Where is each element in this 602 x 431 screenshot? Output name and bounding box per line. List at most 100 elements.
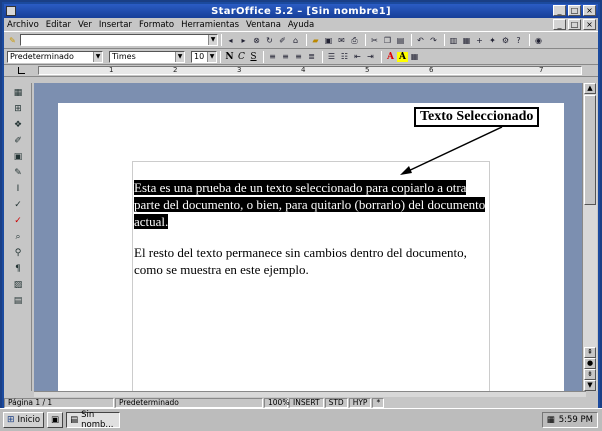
find-icon[interactable]: ⌕ [12,231,24,243]
align-right-icon[interactable]: ≡ [293,51,304,62]
page-up-icon[interactable]: ⇞ [584,347,596,358]
numbering-icon[interactable]: ☰ [326,51,337,62]
doc-close-button[interactable]: × [583,19,596,30]
font-size-value: 10 [194,52,205,61]
page-style[interactable]: Predeterminado [115,397,263,408]
edit-icon[interactable]: ✐ [277,35,288,46]
menu-ayuda[interactable]: Ayuda [288,20,314,30]
undo-icon[interactable]: ↶ [415,35,426,46]
increase-indent-icon[interactable]: ⇥ [365,51,376,62]
insert-icon[interactable]: + [474,35,485,46]
title-bar[interactable]: StarOffice 5.2 – [Sin nombre1] _ □ × [4,4,598,18]
justify-icon[interactable]: ≣ [306,51,317,62]
autospell-icon[interactable]: ✓ [12,215,24,227]
insert-mode[interactable]: INSERT [289,397,324,408]
close-button[interactable]: × [583,5,596,16]
reload-icon[interactable]: ↻ [264,35,275,46]
mail-icon[interactable]: ✉ [336,35,347,46]
forward-icon[interactable]: ▸ [238,35,249,46]
menu-editar[interactable]: Editar [46,20,71,30]
data-source-icon[interactable]: ⚲ [12,247,24,259]
scroll-up-icon[interactable]: ▲ [584,83,596,94]
paragraph-body[interactable]: El resto del texto permanece sin cambios… [134,244,490,278]
scroll-down-icon[interactable]: ▼ [584,380,596,391]
doc-maximize-button[interactable]: □ [568,19,581,30]
scroll-thumb[interactable] [584,95,596,205]
copy-icon[interactable]: ❐ [382,35,393,46]
bold-button[interactable]: N [224,52,235,62]
print-icon[interactable]: ⎙ [349,35,360,46]
help-icon[interactable]: ? [513,35,524,46]
stylist-icon[interactable]: ▦ [461,35,472,46]
spellcheck-icon[interactable]: ✓ [12,199,24,211]
draw-icon[interactable]: ✐ [12,135,24,147]
online-layout-icon[interactable]: ▤ [12,295,24,307]
insert-object-icon[interactable]: ❖ [12,119,24,131]
task-staroffice[interactable]: ▤ Sin nomb... [66,410,121,430]
save-icon[interactable]: ▣ [323,35,334,46]
cursor-icon[interactable]: I [12,183,24,195]
italic-button[interactable]: C [236,52,247,62]
page-indicator: Página 1 / 1 [4,397,114,408]
font-name-select[interactable]: Times ▼ [109,50,185,63]
decrease-indent-icon[interactable]: ⇤ [352,51,363,62]
chevron-down-icon[interactable]: ▼ [207,51,216,62]
navigation-icon[interactable]: ● [584,358,596,369]
chevron-down-icon[interactable]: ▼ [208,35,217,45]
edit-autotext-icon[interactable]: ✎ [12,167,24,179]
network-icon[interactable]: ▦ [547,415,555,425]
font-color-button[interactable]: A [385,52,396,62]
insert-field-icon[interactable]: ⊞ [12,103,24,115]
menu-formato[interactable]: Formato [139,20,174,30]
app-icon[interactable] [6,6,16,16]
page-down-icon[interactable]: ⇟ [584,369,596,380]
url-field[interactable]: ▼ [20,34,218,46]
quicklaunch-desktop[interactable]: ▣ [47,412,64,428]
menu-herramientas[interactable]: Herramientas [181,20,239,30]
ruler-label: 7 [539,66,544,74]
background-color-icon[interactable]: ▦ [409,51,420,62]
graphics-icon[interactable]: ▨ [12,279,24,291]
bullets-icon[interactable]: ☷ [339,51,350,62]
hyperlink-mode[interactable]: HYP [348,397,372,408]
form-icon[interactable]: ▣ [12,151,24,163]
paragraph-style-select[interactable]: Predeterminado ▼ [7,50,103,63]
menu-ventana[interactable]: Ventana [246,20,281,30]
beamer-icon[interactable]: ⚙ [500,35,511,46]
minimize-button[interactable]: _ [553,5,566,16]
open-folder-icon[interactable]: ▰ [310,35,321,46]
align-center-icon[interactable]: ≡ [280,51,291,62]
selection-mode[interactable]: STD [324,397,348,408]
highlight-button[interactable]: A [397,51,408,62]
menu-ver[interactable]: Ver [78,20,92,30]
start-button[interactable]: ⊞ Inicio [3,412,45,428]
paste-icon[interactable]: ▤ [395,35,406,46]
nonprinting-chars-icon[interactable]: ¶ [12,263,24,275]
web-icon[interactable]: ◉ [533,35,544,46]
font-size-select[interactable]: 10 ▼ [191,50,217,63]
horizontal-ruler[interactable]: 1 2 3 4 5 6 7 [38,66,582,75]
cut-icon[interactable]: ✂ [369,35,380,46]
maximize-button[interactable]: □ [568,5,581,16]
back-icon[interactable]: ◂ [225,35,236,46]
edit-file-icon[interactable]: ✎ [7,35,18,46]
navigator-icon[interactable]: ▥ [448,35,459,46]
zoom-level[interactable]: 100% [264,397,289,408]
chevron-down-icon[interactable]: ▼ [175,51,184,62]
separator [306,34,307,46]
tab-type-icon[interactable] [4,65,38,77]
underline-button[interactable]: S [248,52,259,62]
insert-table-icon[interactable]: ▦ [12,87,24,99]
redo-icon[interactable]: ↷ [428,35,439,46]
stop-icon[interactable]: ⊗ [251,35,262,46]
menu-insertar[interactable]: Insertar [99,20,132,30]
doc-minimize-button[interactable]: _ [553,19,566,30]
align-left-icon[interactable]: ≡ [267,51,278,62]
menu-archivo[interactable]: Archivo [7,20,39,30]
document-area[interactable]: Esta es una prueba de un texto seleccion… [34,83,586,391]
open-icon[interactable]: ⌂ [290,35,301,46]
vertical-scrollbar[interactable]: ▲ ⇞ ● ⇟ ▼ [582,83,597,391]
document-page[interactable]: Esta es una prueba de un texto seleccion… [58,103,564,391]
chevron-down-icon[interactable]: ▼ [93,51,102,62]
gallery-icon[interactable]: ✦ [487,35,498,46]
